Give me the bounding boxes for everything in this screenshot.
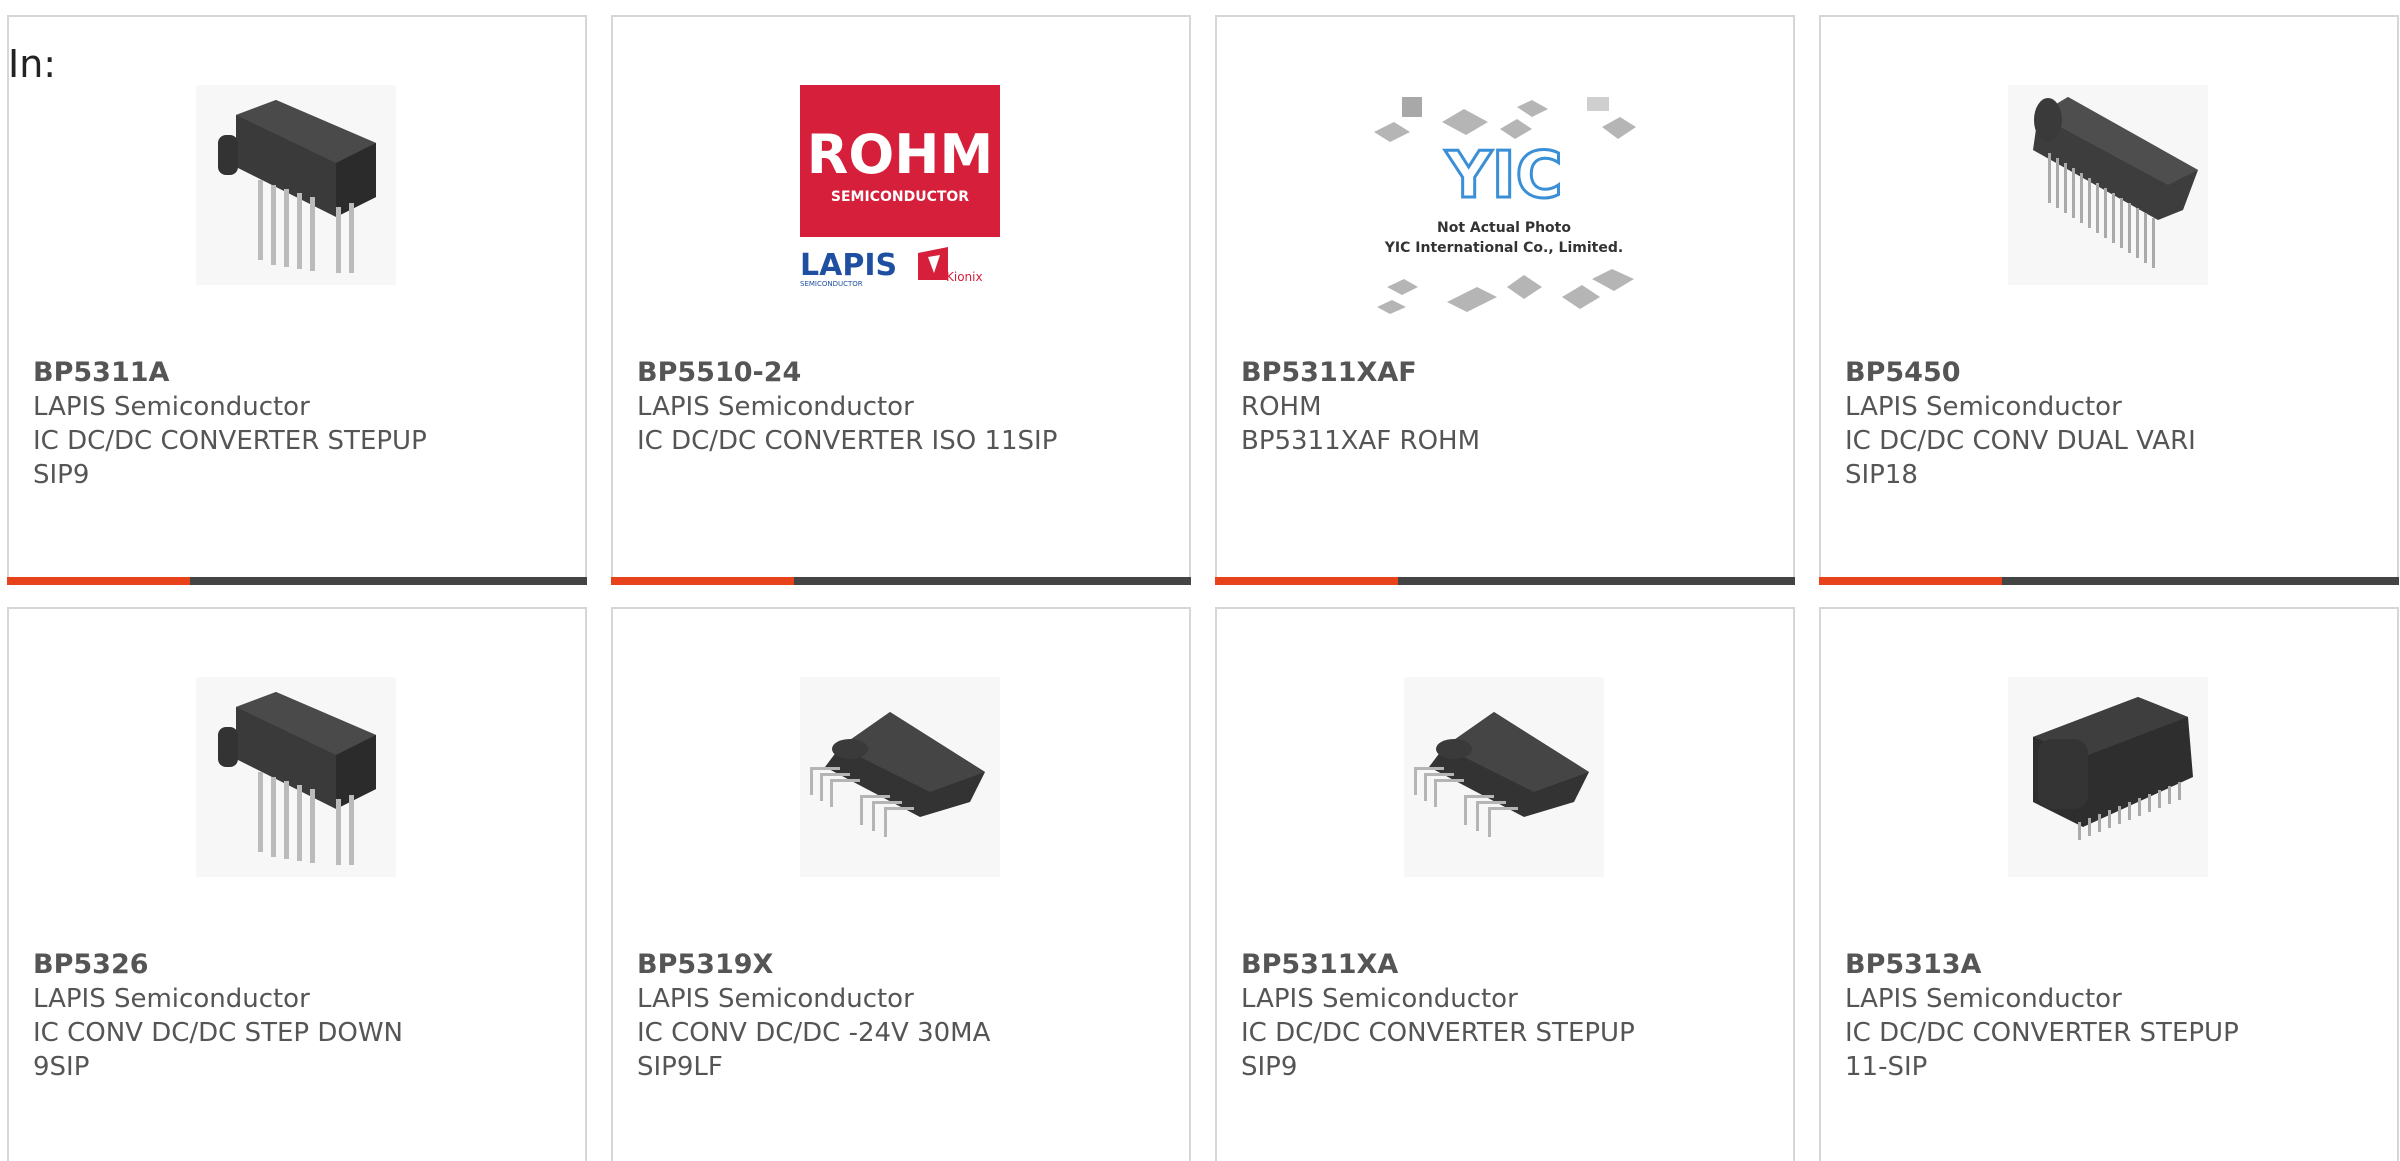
- card-accent-bar: [7, 577, 190, 585]
- package: SIP9: [33, 460, 90, 490]
- description: IC DC/DC CONVERTER ISO 11SIP: [637, 426, 1058, 456]
- package: SIP9: [1241, 1052, 1298, 1082]
- yic-logo-text: YIC: [1444, 139, 1562, 213]
- package: 11-SIP: [1845, 1052, 1928, 1082]
- product-image-brand-logo[interactable]: ROHM SEMICONDUCTOR LAPIS SEMICONDUCTOR K…: [800, 85, 1000, 290]
- product-info: BP5450 LAPIS Semiconductor IC DC/DC CONV…: [1845, 356, 2385, 492]
- package: SIP18: [1845, 460, 1918, 490]
- description: IC DC/DC CONVERTER STEPUP: [1845, 1018, 2239, 1048]
- part-number[interactable]: BP5510-24: [637, 356, 1177, 390]
- part-number[interactable]: BP5311XA: [1241, 948, 1781, 982]
- part-number[interactable]: BP5313A: [1845, 948, 2385, 982]
- manufacturer: LAPIS Semiconductor: [33, 984, 310, 1014]
- description: IC CONV DC/DC STEP DOWN: [33, 1018, 403, 1048]
- product-info: BP5313A LAPIS Semiconductor IC DC/DC CON…: [1845, 948, 2385, 1084]
- manufacturer: LAPIS Semiconductor: [637, 392, 914, 422]
- description: IC CONV DC/DC -24V 30MA: [637, 1018, 991, 1048]
- description: IC DC/DC CONV DUAL VARI: [1845, 426, 2196, 456]
- product-image-sip-module[interactable]: [196, 677, 396, 877]
- description: IC DC/DC CONVERTER STEPUP: [33, 426, 427, 456]
- manufacturer: LAPIS Semiconductor: [637, 984, 914, 1014]
- product-info: BP5311XAF ROHM BP5311XAF ROHM: [1241, 356, 1781, 458]
- sip-flat-module-icon: [810, 712, 985, 837]
- card-bottom-bar: [611, 577, 1191, 585]
- sip-module-icon: [218, 100, 376, 273]
- card-bottom-bar: [1819, 577, 2399, 585]
- sip-flat-module-icon: [1414, 712, 1589, 837]
- product-image-placeholder[interactable]: YIC Not Actual Photo YIC International C…: [1372, 97, 1637, 322]
- product-card[interactable]: YIC Not Actual Photo YIC International C…: [1215, 15, 1795, 585]
- product-image-sip-flat-module[interactable]: [1404, 677, 1604, 877]
- sip18-module-icon: [2033, 97, 2198, 268]
- product-image-sip-flat-module[interactable]: [800, 677, 1000, 877]
- part-number[interactable]: BP5311XAF: [1241, 356, 1781, 390]
- lapis-tagline-text: SEMICONDUCTOR: [800, 280, 863, 288]
- manufacturer: LAPIS Semiconductor: [33, 392, 310, 422]
- yic-placeholder-icon: YIC Not Actual Photo YIC International C…: [1374, 97, 1636, 314]
- part-number[interactable]: BP5450: [1845, 356, 2385, 390]
- card-accent-bar: [611, 577, 794, 585]
- rohm-logo-icon: ROHM SEMICONDUCTOR LAPIS SEMICONDUCTOR K…: [800, 85, 1000, 288]
- manufacturer: LAPIS Semiconductor: [1845, 984, 2122, 1014]
- rohm-brand-text: ROHM: [807, 123, 993, 186]
- manufacturer: ROHM: [1241, 392, 1322, 422]
- description: BP5311XAF ROHM: [1241, 426, 1481, 456]
- product-grid: BP5311A LAPIS Semiconductor IC DC/DC CON…: [7, 15, 2400, 1161]
- card-accent-bar: [1215, 577, 1398, 585]
- product-card[interactable]: BP5311XA LAPIS Semiconductor IC DC/DC CO…: [1215, 607, 1795, 1161]
- package: 9SIP: [33, 1052, 90, 1082]
- product-card[interactable]: BP5326 LAPIS Semiconductor IC CONV DC/DC…: [7, 607, 587, 1161]
- product-info: BP5311XA LAPIS Semiconductor IC DC/DC CO…: [1241, 948, 1781, 1084]
- kionix-brand-text: Kionix: [946, 270, 983, 284]
- sip-box-module-icon: [2033, 697, 2193, 840]
- package: SIP9LF: [637, 1052, 723, 1082]
- product-info: BP5326 LAPIS Semiconductor IC CONV DC/DC…: [33, 948, 573, 1084]
- sip-module-icon: [218, 692, 376, 865]
- product-card[interactable]: BP5450 LAPIS Semiconductor IC DC/DC CONV…: [1819, 15, 2399, 585]
- product-image-sip-box-module[interactable]: [2008, 677, 2208, 877]
- product-card[interactable]: BP5311A LAPIS Semiconductor IC DC/DC CON…: [7, 15, 587, 585]
- part-number[interactable]: BP5326: [33, 948, 573, 982]
- not-actual-photo-text: Not Actual Photo: [1437, 220, 1571, 236]
- product-info: BP5319X LAPIS Semiconductor IC CONV DC/D…: [637, 948, 1177, 1084]
- manufacturer: LAPIS Semiconductor: [1845, 392, 2122, 422]
- product-card[interactable]: BP5313A LAPIS Semiconductor IC DC/DC CON…: [1819, 607, 2399, 1161]
- search-results-page: In: BP5311A LAPIS Semiconductor IC DC/DC…: [0, 0, 2400, 1161]
- product-info: BP5510-24 LAPIS Semiconductor IC DC/DC C…: [637, 356, 1177, 458]
- yic-company-text: YIC International Co., Limited.: [1384, 240, 1623, 256]
- product-image-sip-module[interactable]: [196, 85, 396, 285]
- product-image-sip18-module[interactable]: [2008, 85, 2208, 285]
- part-number[interactable]: BP5311A: [33, 356, 573, 390]
- manufacturer: LAPIS Semiconductor: [1241, 984, 1518, 1014]
- part-number[interactable]: BP5319X: [637, 948, 1177, 982]
- description: IC DC/DC CONVERTER STEPUP: [1241, 1018, 1635, 1048]
- product-card[interactable]: BP5319X LAPIS Semiconductor IC CONV DC/D…: [611, 607, 1191, 1161]
- rohm-tagline-text: SEMICONDUCTOR: [831, 189, 969, 205]
- filter-in-label: In:: [8, 42, 57, 86]
- card-bottom-bar: [7, 577, 587, 585]
- card-bottom-bar: [1215, 577, 1795, 585]
- product-card[interactable]: ROHM SEMICONDUCTOR LAPIS SEMICONDUCTOR K…: [611, 15, 1191, 585]
- lapis-brand-text: LAPIS: [800, 248, 897, 283]
- card-accent-bar: [1819, 577, 2002, 585]
- product-info: BP5311A LAPIS Semiconductor IC DC/DC CON…: [33, 356, 573, 492]
